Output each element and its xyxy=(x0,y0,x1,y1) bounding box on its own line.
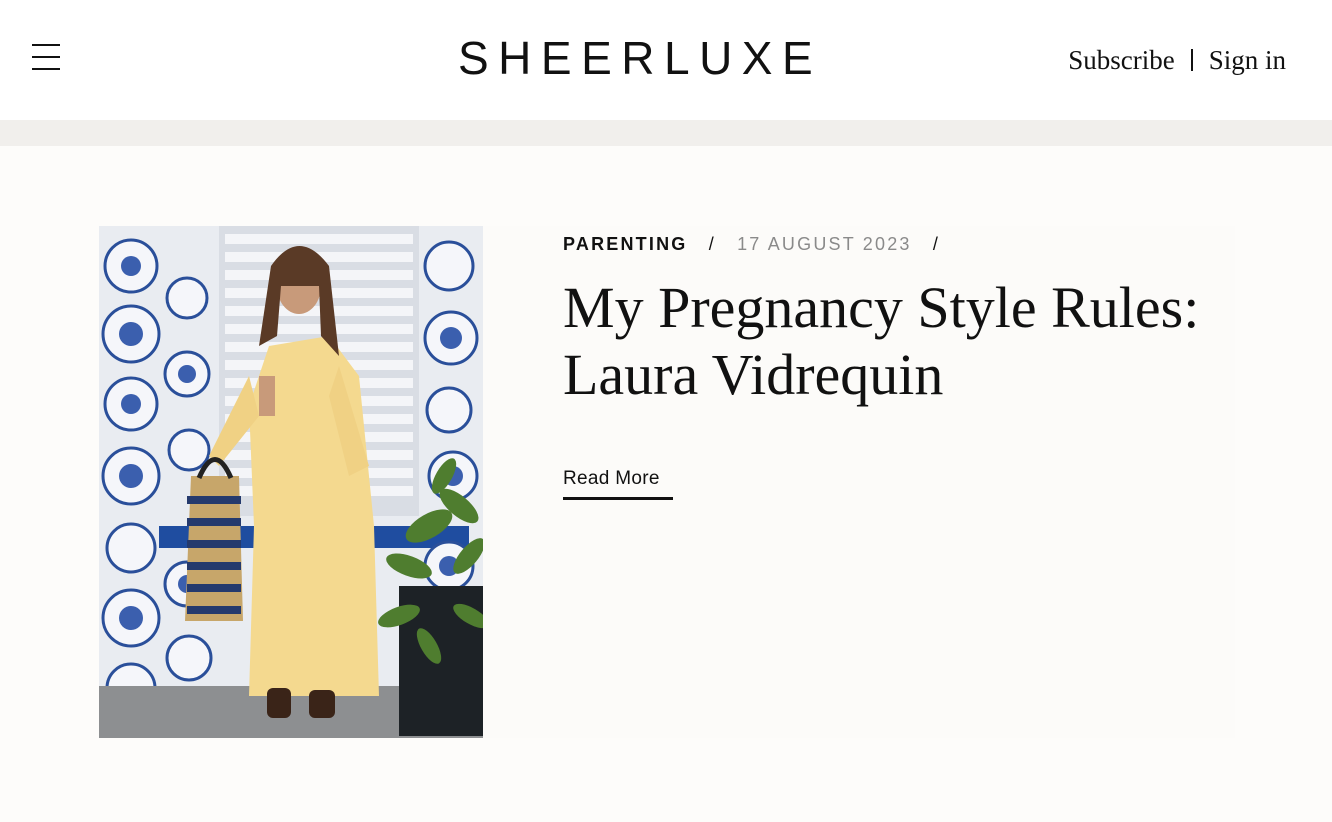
menu-line xyxy=(32,68,60,70)
meta-separator: / xyxy=(932,234,941,254)
site-logo[interactable]: SHEERLUXE xyxy=(458,30,813,86)
article-card: PARENTING / 17 AUGUST 2023 / My Pregnanc… xyxy=(99,226,1235,738)
subscribe-link[interactable]: Subscribe xyxy=(1068,45,1174,76)
article-title[interactable]: My Pregnancy Style Rules: Laura Vidrequi… xyxy=(563,274,1213,408)
header-divider-band xyxy=(0,120,1332,146)
article-date: 17 AUGUST 2023 xyxy=(737,234,912,254)
auth-divider xyxy=(1190,49,1193,71)
article-category[interactable]: PARENTING xyxy=(563,234,687,254)
read-more-link[interactable]: Read More xyxy=(563,466,673,500)
meta-separator: / xyxy=(708,234,716,254)
auth-links: Subscribe Sign in xyxy=(1068,40,1286,80)
article-meta: PARENTING / 17 AUGUST 2023 / xyxy=(563,232,954,256)
article-image[interactable] xyxy=(99,226,483,738)
menu-line xyxy=(32,44,60,46)
sign-in-link[interactable]: Sign in xyxy=(1209,45,1286,76)
hamburger-menu-icon[interactable] xyxy=(30,44,62,72)
menu-line xyxy=(32,56,60,58)
site-header: SHEERLUXE Subscribe Sign in xyxy=(0,0,1332,120)
